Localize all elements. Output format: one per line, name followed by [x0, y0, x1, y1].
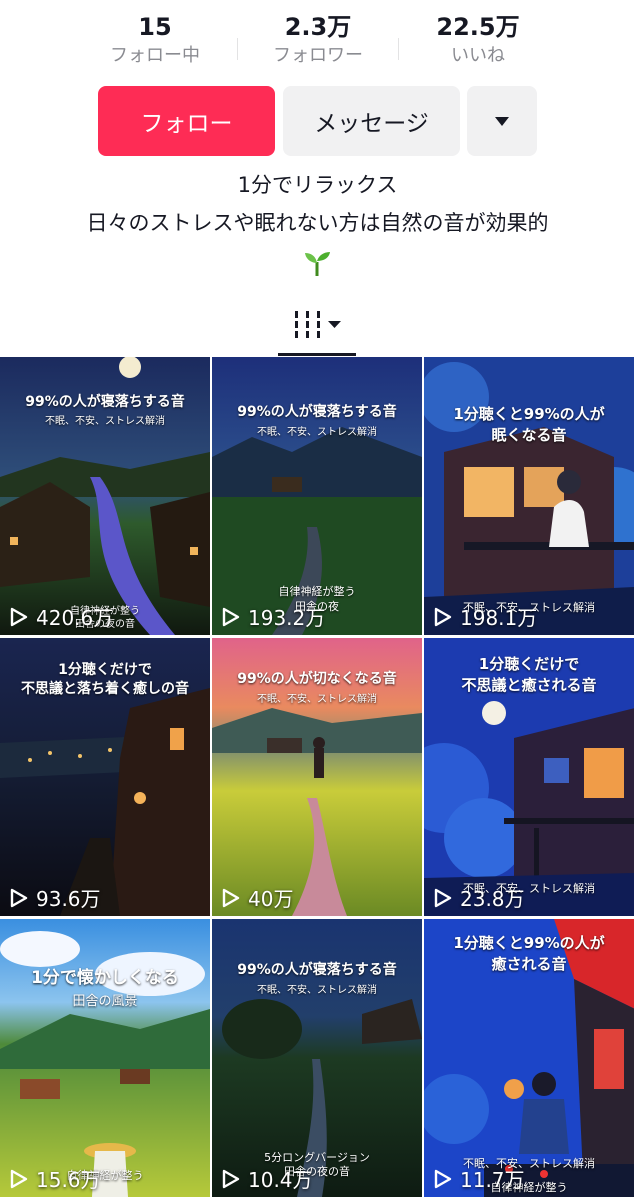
video-thumbnail[interactable]: 1分聴くと99%の人が 癒される音 不眠、不安、ストレス解消 自律神経が整う 1… — [424, 919, 634, 1197]
video-thumbnail[interactable]: 1分聴くだけで 不思議と落ち着く癒しの音 93.6万 — [0, 638, 210, 916]
video-caption: 自律神経が整う — [278, 585, 356, 598]
divider — [398, 38, 399, 60]
likes-count: 22.5万 — [436, 13, 520, 41]
view-count-value: 23.8万 — [460, 887, 525, 911]
view-count: 193.2万 — [222, 602, 325, 631]
video-title: 99%の人が切なくなる音 — [237, 671, 397, 687]
play-icon — [222, 1169, 240, 1188]
video-thumbnail[interactable]: 1分で懐かしくなる 田舎の風景 自律神経が整う 15.6万 — [0, 919, 210, 1197]
video-thumbnail[interactable]: 99%の人が切なくなる音 不眠、不安、ストレス解消 40万 — [212, 638, 422, 916]
view-count: 10.4万 — [222, 1164, 313, 1193]
video-thumbnail[interactable]: 1分聴くだけで 不思議と癒される音 不眠、不安、ストレス解消 23.8万 — [424, 638, 634, 916]
video-title: 1分聴くと99%の人が 癒される音 — [453, 934, 605, 973]
triangle-down-icon — [495, 116, 509, 126]
message-button[interactable]: メッセージ — [283, 86, 460, 156]
play-icon — [222, 888, 240, 907]
view-count-value: 93.6万 — [36, 887, 101, 911]
view-count: 40万 — [222, 883, 293, 912]
triangle-down-icon — [328, 321, 341, 328]
video-title: 1分聴くと99%の人が 眠くなる音 — [453, 405, 605, 444]
grid-icon — [295, 311, 341, 338]
follow-button[interactable]: フォロー — [98, 86, 275, 156]
view-count: 420.6万 — [10, 602, 113, 631]
divider — [237, 38, 238, 60]
video-thumbnail[interactable]: 99%の人が寝落ちする音 不眠、不安、ストレス解消 自律神経が整う 田舎の夜 1… — [212, 357, 422, 635]
view-count: 93.6万 — [10, 883, 101, 912]
likes-stat: 22.5万 いいね — [403, 10, 553, 68]
play-icon — [10, 888, 28, 907]
video-subtitle: 不眠、不安、ストレス解消 — [45, 416, 165, 427]
play-icon — [434, 1169, 452, 1188]
view-count-value: 15.6万 — [36, 1168, 101, 1192]
profile-stats: 15 フォロー中 2.3万 フォロワー 22.5万 いいね — [0, 10, 635, 70]
view-count-value: 11.7万 — [460, 1168, 525, 1192]
tab-underline — [278, 353, 356, 356]
tab-videos[interactable] — [278, 300, 356, 356]
video-thumbnail[interactable]: 99%の人が寝落ちする音 不眠、不安、ストレス解消 5分ロングバージョン 田舎の… — [212, 919, 422, 1197]
followers-count: 2.3万 — [284, 13, 352, 41]
view-count: 15.6万 — [10, 1164, 101, 1193]
video-title: 99%の人が寝落ちする音 — [237, 962, 397, 978]
view-count-value: 193.2万 — [248, 606, 326, 630]
view-count: 11.7万 — [434, 1164, 525, 1193]
following-stat[interactable]: 15 フォロー中 — [80, 10, 230, 68]
view-count: 23.8万 — [434, 883, 525, 912]
video-thumbnail[interactable]: 1分聴くと99%の人が 眠くなる音 不眠、不安、ストレス解消 198.1万 — [424, 357, 634, 635]
view-count-value: 420.6万 — [36, 606, 114, 630]
followers-stat[interactable]: 2.3万 フォロワー — [243, 10, 393, 68]
video-title: 1分で懐かしくなる — [31, 968, 179, 988]
video-title: 1分聴くだけで 不思議と癒される音 — [461, 655, 597, 694]
more-button[interactable] — [467, 86, 537, 156]
likes-label: いいね — [451, 45, 505, 66]
play-icon — [434, 888, 452, 907]
video-subtitle: 不眠、不安、ストレス解消 — [257, 694, 377, 705]
view-count-value: 10.4万 — [248, 1168, 313, 1192]
play-icon — [10, 1169, 28, 1188]
video-title: 99%の人が寝落ちする音 — [237, 404, 397, 420]
followers-label: フォロワー — [273, 45, 363, 66]
play-icon — [222, 607, 240, 626]
play-icon — [434, 607, 452, 626]
bio-line-2: 日々のストレスや眠れない方は自然の音が効果的 — [86, 211, 549, 235]
video-subtitle: 不眠、不安、ストレス解消 — [257, 427, 377, 438]
view-count-value: 198.1万 — [460, 606, 538, 630]
video-grid: 99%の人が寝落ちする音 不眠、不安、ストレス解消 自律神経が整う 田舎の夜の音… — [0, 357, 635, 1200]
following-label: フォロー中 — [110, 45, 200, 66]
video-subtitle: 不眠、不安、ストレス解消 — [257, 985, 377, 996]
video-subtitle: 田舎の風景 — [72, 994, 138, 1009]
following-count: 15 — [138, 13, 172, 41]
video-title: 1分聴くだけで 不思議と落ち着く癒しの音 — [21, 662, 189, 697]
sprout-icon — [302, 248, 332, 282]
bio-line-1: 1分でリラックス — [237, 173, 398, 197]
video-title: 99%の人が寝落ちする音 — [25, 394, 185, 410]
video-thumbnail[interactable]: 99%の人が寝落ちする音 不眠、不安、ストレス解消 自律神経が整う 田舎の夜の音… — [0, 357, 210, 635]
view-count-value: 40万 — [248, 887, 294, 911]
view-count: 198.1万 — [434, 602, 537, 631]
play-icon — [10, 607, 28, 626]
